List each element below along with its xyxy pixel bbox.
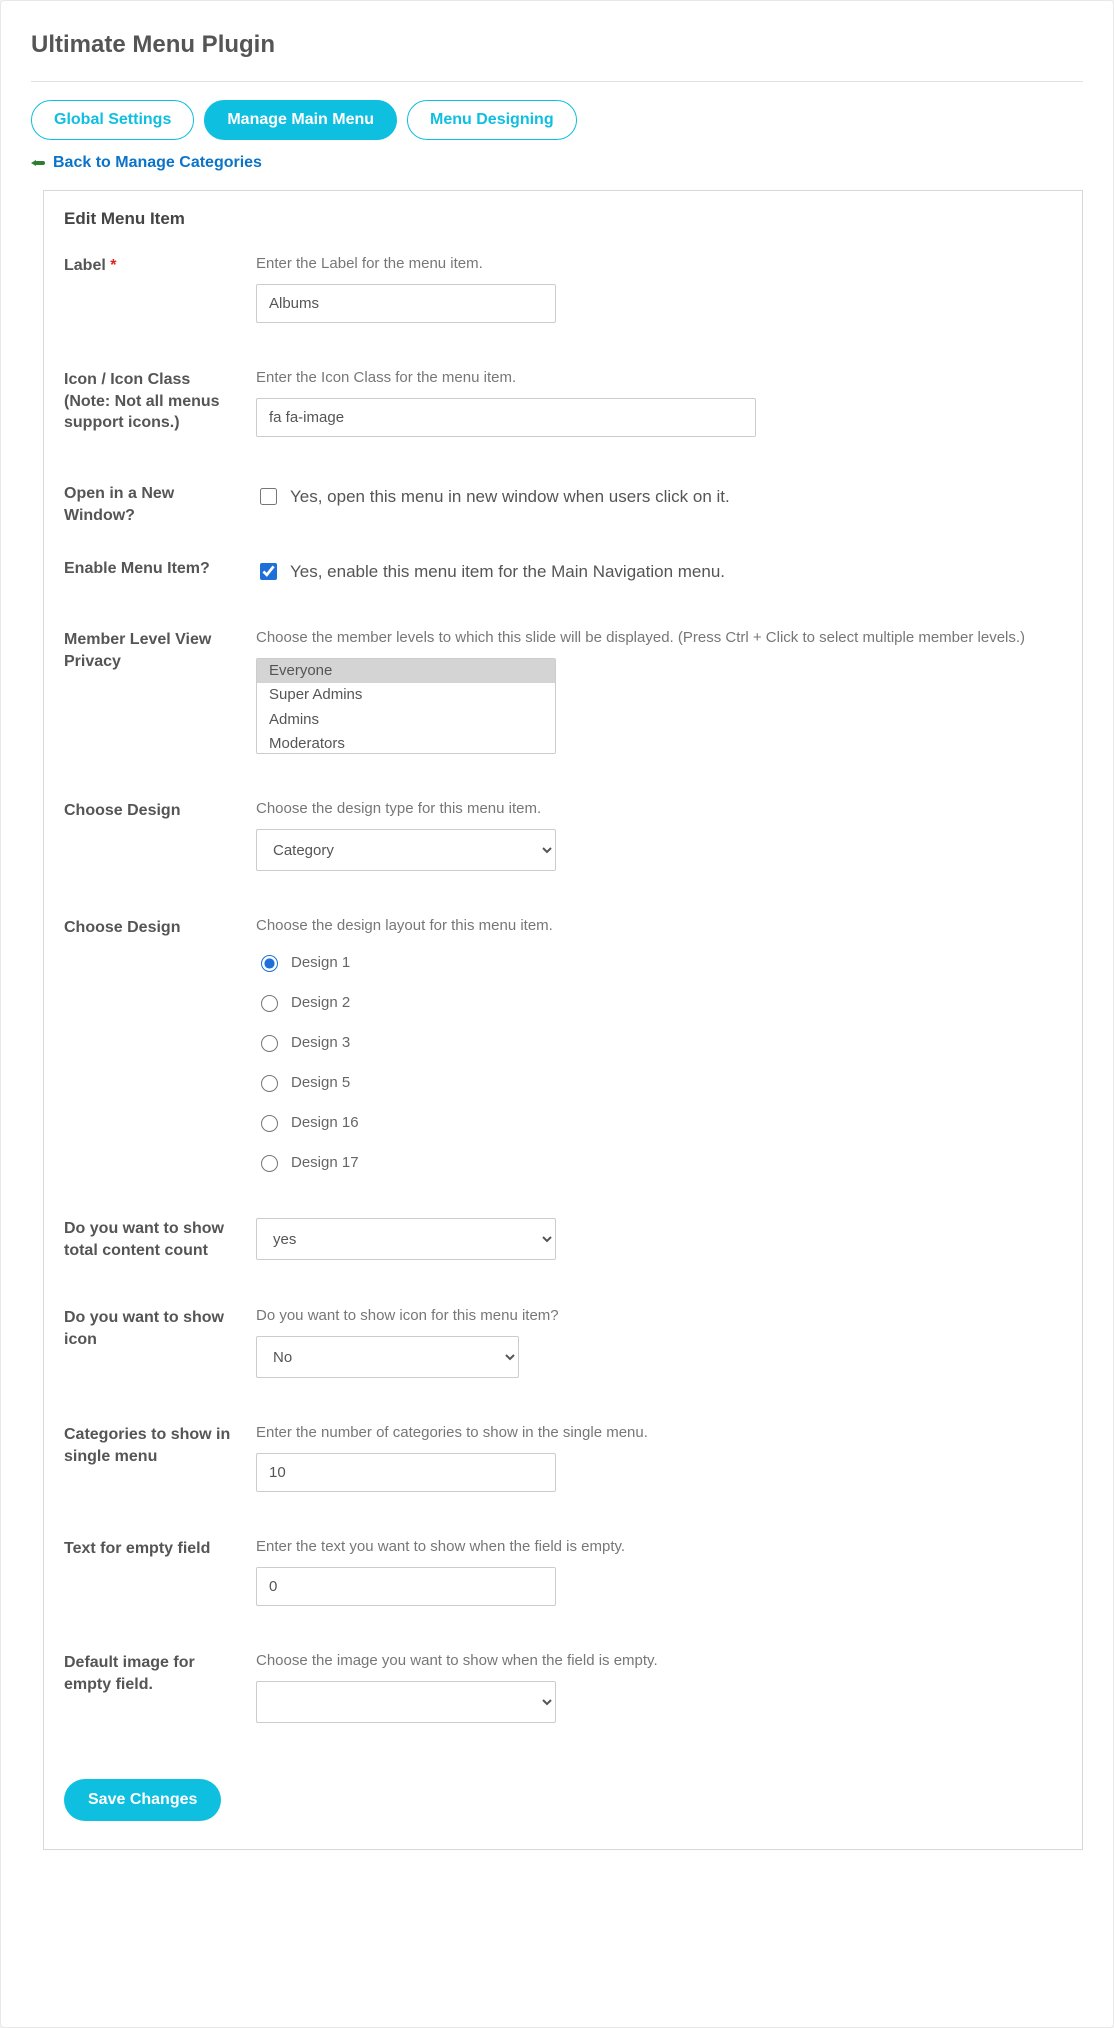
row-enable-menu: Enable Menu Item? Yes, enable this menu … [64,558,1062,583]
enable-menu-checkbox[interactable] [260,563,277,580]
design-1-radio[interactable] [261,955,278,972]
tabs: Global Settings Manage Main Menu Menu De… [31,100,1083,140]
choose-design-layout-help: Choose the design layout for this menu i… [256,917,1062,934]
page-title: Ultimate Menu Plugin [31,31,1083,59]
row-show-icon: Do you want to show icon Do you want to … [64,1307,1062,1378]
open-new-window-option: Yes, open this menu in new window when u… [290,487,730,507]
row-open-new-window: Open in a New Window? Yes, open this men… [64,483,1062,526]
show-icon-select[interactable]: No [256,1336,519,1378]
enable-menu-option: Yes, enable this menu item for the Main … [290,562,725,582]
categories-single-help: Enter the number of categories to show i… [256,1424,1062,1441]
member-level-option-super-admins[interactable]: Super Admins [257,683,555,707]
row-empty-text: Text for empty field Enter the text you … [64,1538,1062,1606]
label-label: Label * [64,257,116,274]
show-count-label: Do you want to show total content count [64,1220,224,1259]
label-input[interactable] [256,284,556,323]
icon-class-input[interactable] [256,398,756,437]
row-choose-design-layout: Choose Design Choose the design layout f… [64,917,1062,1172]
icon-class-label: Icon / Icon Class (Note: Not all menus s… [64,371,220,431]
row-show-count: Do you want to show total content count … [64,1218,1062,1261]
edit-menu-item-panel: Edit Menu Item Label * Enter the Label f… [43,190,1083,1850]
show-count-select[interactable]: yes [256,1218,556,1260]
tab-global-settings[interactable]: Global Settings [31,100,194,140]
default-image-select[interactable] [256,1681,556,1723]
open-new-window-checkbox[interactable] [260,488,277,505]
open-new-window-label: Open in a New Window? [64,485,174,524]
design-3-label: Design 3 [291,1034,350,1051]
design-3-row[interactable]: Design 3 [256,1032,1062,1052]
row-label: Label * Enter the Label for the menu ite… [64,255,1062,323]
member-level-option-everyone[interactable]: Everyone [257,659,555,683]
back-to-manage-categories-link[interactable]: Back to Manage Categories [53,154,262,172]
icon-class-help: Enter the Icon Class for the menu item. [256,369,1062,386]
row-categories-single: Categories to show in single menu Enter … [64,1424,1062,1492]
back-link-row: Back to Manage Categories [31,154,1083,172]
label-help: Enter the Label for the menu item. [256,255,1062,272]
choose-design-type-help: Choose the design type for this menu ite… [256,800,1062,817]
choose-design-type-select[interactable]: Category [256,829,556,871]
design-5-row[interactable]: Design 5 [256,1072,1062,1092]
design-5-label: Design 5 [291,1074,350,1091]
design-17-label: Design 17 [291,1154,359,1171]
design-2-row[interactable]: Design 2 [256,992,1062,1012]
design-3-radio[interactable] [261,1035,278,1052]
design-17-radio[interactable] [261,1155,278,1172]
label-label-text: Label [64,257,106,274]
member-levels-select[interactable]: Everyone Super Admins Admins Moderators … [256,658,556,754]
row-default-image: Default image for empty field. Choose th… [64,1652,1062,1723]
design-5-radio[interactable] [261,1075,278,1092]
row-member-levels: Member Level View Privacy Choose the mem… [64,629,1062,754]
divider [31,81,1083,82]
empty-text-help: Enter the text you want to show when the… [256,1538,1062,1555]
design-1-label: Design 1 [291,954,350,971]
design-16-row[interactable]: Design 16 [256,1112,1062,1132]
tab-menu-designing[interactable]: Menu Designing [407,100,577,140]
empty-text-input[interactable] [256,1567,556,1606]
design-16-radio[interactable] [261,1115,278,1132]
design-1-row[interactable]: Design 1 [256,952,1062,972]
required-mark: * [110,257,116,274]
show-icon-label: Do you want to show icon [64,1309,224,1348]
enable-menu-label: Enable Menu Item? [64,560,210,577]
design-layout-radio-group: Design 1 Design 2 Design 3 Design 5 [256,952,1062,1172]
design-17-row[interactable]: Design 17 [256,1152,1062,1172]
row-choose-design-type: Choose Design Choose the design type for… [64,800,1062,871]
choose-design-type-label: Choose Design [64,802,180,819]
default-image-label: Default image for empty field. [64,1654,195,1693]
choose-design-layout-label: Choose Design [64,919,180,936]
save-changes-button[interactable]: Save Changes [64,1779,221,1821]
design-16-label: Design 16 [291,1114,359,1131]
member-level-option-admins[interactable]: Admins [257,708,555,732]
design-2-radio[interactable] [261,995,278,1012]
back-arrow-icon [31,158,45,168]
panel-title: Edit Menu Item [64,209,1062,229]
member-levels-help: Choose the member levels to which this s… [256,629,1062,646]
member-level-option-moderators[interactable]: Moderators [257,732,555,754]
categories-single-label: Categories to show in single menu [64,1426,230,1465]
show-icon-help: Do you want to show icon for this menu i… [256,1307,1062,1324]
row-icon-class: Icon / Icon Class (Note: Not all menus s… [64,369,1062,437]
design-2-label: Design 2 [291,994,350,1011]
empty-text-label: Text for empty field [64,1540,210,1557]
page-container: Ultimate Menu Plugin Global Settings Man… [0,0,1114,2028]
categories-single-input[interactable] [256,1453,556,1492]
member-levels-label: Member Level View Privacy [64,631,211,670]
default-image-help: Choose the image you want to show when t… [256,1652,1062,1669]
tab-manage-main-menu[interactable]: Manage Main Menu [204,100,397,140]
